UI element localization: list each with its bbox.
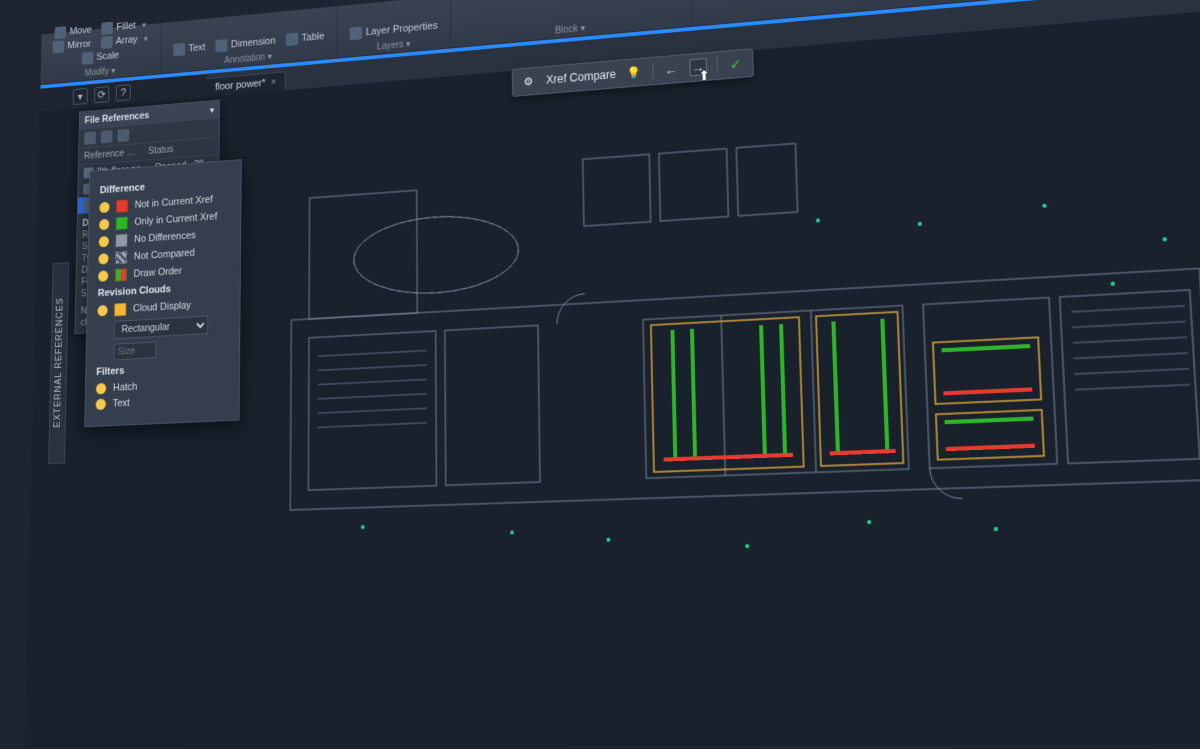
qat-help-icon[interactable]: ? [116,84,131,101]
layers-icon [350,26,362,40]
lightbulb-icon [96,383,106,395]
prev-diff-button[interactable]: ← [662,60,680,79]
palette-title: File References [85,110,150,126]
swatch-grey [115,234,127,247]
floor-plan [254,70,1200,637]
col-reference[interactable]: Reference … [84,146,148,162]
col-extra[interactable] [192,141,214,154]
cloud-size-field[interactable] [113,338,228,361]
swatch-hatch [115,251,127,264]
text-icon [173,43,185,57]
swatch-red [116,199,128,212]
close-icon[interactable]: × [271,77,277,88]
qat-new-icon[interactable]: ▾ [73,88,88,105]
ribbon-scale[interactable]: Scale [81,49,119,65]
lightbulb-icon [99,219,109,231]
ribbon-layer-properties[interactable]: Layer Properties [350,19,438,40]
swatch-split [115,268,127,281]
compare-settings-panel: Difference Not in Current Xref Only in C… [84,159,242,427]
cloud-size-input[interactable] [113,342,156,361]
section-revision-clouds: Revision Clouds [98,280,230,299]
swatch-yellow [114,303,126,317]
filter-text[interactable]: Text [96,393,229,410]
lightbulb-icon [98,253,108,265]
cloud-shape-dropdown[interactable]: Rectangular [114,315,208,339]
lightbulb-icon [96,399,106,411]
ribbon-move[interactable]: Move [55,24,92,40]
ribbon-array[interactable]: Array▼ [101,32,150,49]
xref-compare-title: Xref Compare [546,68,616,87]
ribbon-group-label: Modify ▾ [85,66,116,78]
lightbulb-icon [99,202,109,214]
qat-refresh-icon[interactable]: ⟳ [94,86,109,103]
dimension-icon [216,39,228,53]
ribbon-text[interactable]: Text [173,41,205,56]
lightbulb-icon[interactable]: 💡 [625,63,642,81]
array-icon [101,36,113,49]
cloud-display-toggle[interactable]: Cloud Display [97,297,229,318]
attach-icon[interactable] [84,131,96,144]
cloud-shape-select[interactable]: Rectangular [114,314,229,339]
swatch-green [116,217,128,230]
ribbon-group-label: Annotation ▾ [224,52,272,66]
scale-icon [81,52,93,65]
lightbulb-icon [99,236,109,248]
ribbon-table[interactable]: Table [286,30,325,46]
lightbulb-icon [97,305,107,317]
mirror-icon [53,40,65,53]
cursor-icon: ⬆︎ [698,67,710,84]
gear-icon[interactable]: ⚙ [520,72,537,90]
lightbulb-icon [98,270,108,282]
diff-draw-order[interactable]: Draw Order [98,262,230,283]
separator [716,57,717,74]
accept-button[interactable]: ✓ [727,55,745,74]
move-icon [55,26,67,39]
fillet-icon [101,22,113,35]
chevron-down-icon[interactable]: ▾ [210,105,214,115]
ribbon-group-label: Block ▾ [555,23,585,36]
ribbon-group-label: Layers ▾ [377,39,411,52]
table-icon [286,32,298,46]
filter-hatch[interactable]: Hatch [96,377,229,395]
help-icon[interactable] [117,129,129,142]
refresh-icon[interactable] [101,130,113,143]
col-status[interactable]: Status [148,142,192,156]
tab-label: floor power* [215,78,265,93]
section-filters: Filters [96,360,228,378]
separator [652,63,653,80]
ribbon-dimension[interactable]: Dimension [216,34,276,52]
